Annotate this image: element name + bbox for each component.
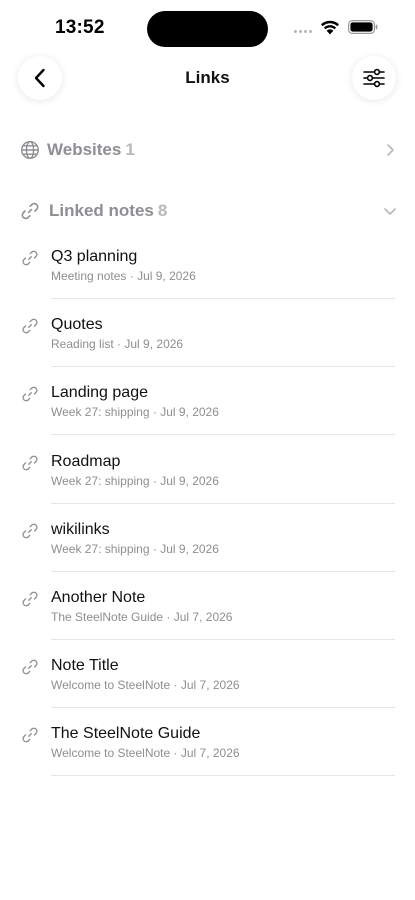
note-source: The SteelNote Guide — [51, 609, 164, 624]
note-meta: Reading list · Jul 9, 2026 — [51, 337, 183, 351]
meta-separator: · — [149, 473, 161, 488]
note-date: Jul 9, 2026 — [160, 541, 219, 556]
note-title: Note Title — [51, 657, 119, 675]
divider — [51, 570, 395, 572]
note-title: Another Note — [51, 588, 146, 606]
note-source: Welcome to SteelNote — [51, 678, 171, 693]
websites-section-header[interactable]: Websites 1 — [0, 135, 415, 165]
note-date: Jul 9, 2026 — [160, 473, 219, 488]
link-icon — [22, 318, 38, 334]
linked-note-item[interactable]: Note Title Welcome to SteelNote · Jul 7,… — [0, 655, 415, 723]
meta-separator: · — [149, 405, 161, 420]
note-meta: Welcome to SteelNote · Jul 7, 2026 — [51, 746, 240, 760]
linked-note-item[interactable]: Roadmap Week 27: shipping · Jul 9, 2026 — [0, 451, 415, 519]
linked-note-item[interactable]: wikilinks Week 27: shipping · Jul 9, 202… — [0, 519, 415, 587]
link-icon — [22, 387, 38, 402]
note-source: Week 27: shipping — [51, 541, 150, 556]
link-icon — [22, 591, 38, 607]
note-title: Quotes — [51, 316, 103, 334]
note-date: Jul 9, 2026 — [137, 269, 196, 283]
link-icon — [22, 455, 38, 470]
link-icon — [22, 727, 38, 743]
note-date: Jul 9, 2026 — [160, 405, 219, 420]
note-title: wikilinks — [51, 520, 110, 538]
websites-section-title: Websites — [47, 140, 122, 159]
linked-notes-count: 8 — [157, 201, 168, 220]
meta-separator: · — [126, 269, 138, 283]
linked-note-item[interactable]: Landing page Week 27: shipping · Jul 9, … — [0, 382, 415, 450]
linked-notes-section-label: Linked notes 8 — [49, 201, 167, 221]
note-source: Welcome to SteelNote — [51, 746, 171, 761]
note-source: Reading list — [51, 337, 114, 352]
status-time: 13:52 — [55, 17, 105, 38]
note-meta: Welcome to SteelNote · Jul 7, 2026 — [51, 678, 240, 692]
note-source: Week 27: shipping — [51, 405, 150, 420]
chevron-down-icon — [384, 208, 396, 215]
meta-separator: · — [170, 678, 181, 693]
filter-button[interactable] — [352, 56, 396, 100]
divider — [51, 638, 395, 640]
chevron-right-icon — [387, 144, 394, 156]
links-screen: 13:52 Links Websites 1 Linked notes 8 Q3… — [0, 0, 415, 900]
note-meta: Meeting notes · Jul 9, 2026 — [51, 269, 196, 283]
linked-notes-section-header[interactable]: Linked notes 8 — [0, 196, 415, 226]
link-icon — [22, 659, 38, 675]
linked-note-item[interactable]: Another Note The SteelNote Guide · Jul 7… — [0, 587, 415, 655]
note-title: The SteelNote Guide — [51, 725, 201, 743]
linked-notes-list: Q3 planning Meeting notes · Jul 9, 2026 … — [0, 246, 415, 792]
note-date: Jul 7, 2026 — [180, 678, 240, 693]
linked-note-item[interactable]: The SteelNote Guide Welcome to SteelNote… — [0, 723, 415, 791]
note-date: Jul 7, 2026 — [173, 609, 233, 624]
divider — [51, 434, 395, 436]
divider — [51, 366, 395, 368]
divider — [51, 775, 395, 777]
meta-separator: · — [149, 541, 161, 556]
note-source: Meeting notes — [51, 269, 127, 283]
note-meta: The SteelNote Guide · Jul 7, 2026 — [51, 610, 232, 624]
globe-icon — [20, 140, 40, 160]
linked-notes-section-title: Linked notes — [49, 201, 154, 220]
note-title: Roadmap — [51, 452, 121, 470]
meta-separator: · — [163, 609, 174, 624]
status-bar: 13:52 — [0, 0, 415, 56]
divider — [51, 298, 395, 299]
link-icon — [22, 250, 38, 266]
note-date: Jul 9, 2026 — [124, 337, 184, 352]
websites-section-label: Websites 1 — [47, 140, 135, 160]
dynamic-island — [147, 11, 268, 47]
meta-separator: · — [113, 337, 125, 352]
note-meta: Week 27: shipping · Jul 9, 2026 — [51, 474, 219, 488]
wifi-icon — [321, 20, 339, 35]
linked-note-item[interactable]: Q3 planning Meeting notes · Jul 9, 2026 — [0, 246, 415, 314]
note-date: Jul 7, 2026 — [180, 746, 240, 761]
note-title: Q3 planning — [51, 248, 138, 265]
link-icon — [21, 202, 39, 220]
websites-count: 1 — [125, 140, 135, 159]
note-meta: Week 27: shipping · Jul 9, 2026 — [51, 405, 219, 419]
note-meta: Week 27: shipping · Jul 9, 2026 — [51, 542, 219, 556]
cellular-signal-icon — [294, 30, 312, 33]
note-source: Week 27: shipping — [51, 473, 150, 488]
nav-bar: Links — [0, 56, 415, 102]
divider — [51, 707, 395, 709]
sliders-icon — [363, 68, 385, 88]
linked-note-item[interactable]: Quotes Reading list · Jul 9, 2026 — [0, 314, 415, 382]
meta-separator: · — [170, 746, 181, 761]
divider — [51, 502, 395, 504]
battery-icon — [348, 20, 378, 34]
note-title: Landing page — [51, 384, 148, 402]
link-icon — [22, 523, 38, 539]
